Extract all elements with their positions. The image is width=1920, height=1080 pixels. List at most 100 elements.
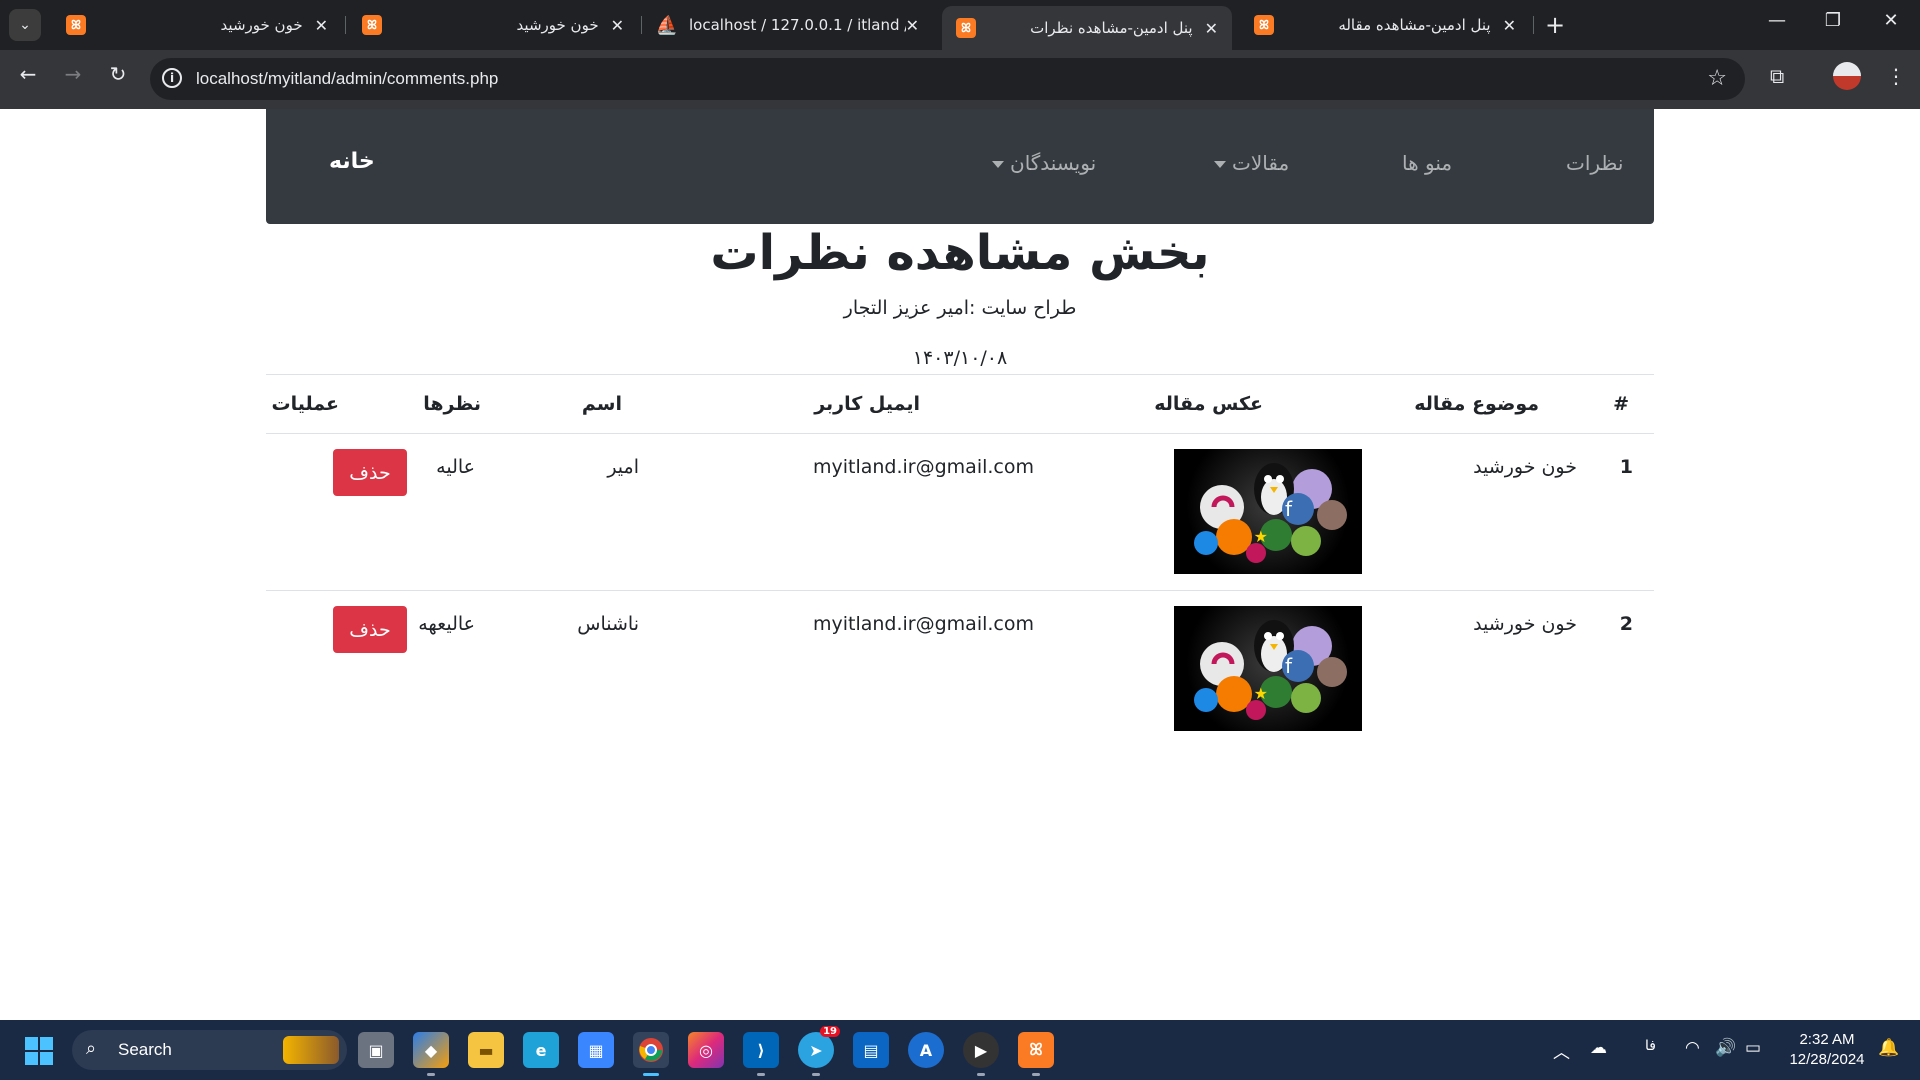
close-tab-icon[interactable]: ✕ bbox=[1503, 16, 1516, 35]
header-name: اسم bbox=[581, 393, 622, 415]
close-tab-icon[interactable]: ✕ bbox=[1205, 19, 1218, 38]
row-topic: خون خورشید bbox=[1473, 456, 1577, 478]
show-hidden-icons-chevron[interactable]: ︿ bbox=[1553, 1038, 1570, 1063]
windows-start-icon[interactable] bbox=[25, 1037, 53, 1065]
copilot-icon[interactable]: ◆ bbox=[413, 1032, 449, 1076]
media-player-icon[interactable]: ▶ bbox=[963, 1032, 999, 1076]
browser-tab-active[interactable]: ꕤ پنل ادمین-مشاهده نظرات ✕ bbox=[942, 6, 1232, 50]
browser-tab[interactable]: ꕤ خون خورشید ✕ bbox=[52, 6, 342, 44]
table-row: 2 خون خورشید f ★ myitland.ir@gmail.com ن… bbox=[266, 590, 1654, 747]
search-highlight-image bbox=[283, 1036, 339, 1064]
forward-icon[interactable]: → bbox=[55, 62, 91, 86]
row-comment: عالیعهه bbox=[418, 613, 475, 635]
top-navbar: خانه نویسندگان مقالات منو ها نظرات کاربر… bbox=[266, 109, 1795, 224]
instagram-icon[interactable]: ◎ bbox=[688, 1032, 724, 1068]
chevron-down-icon: ⌄ bbox=[19, 17, 31, 33]
article-thumbnail: f ★ bbox=[1174, 606, 1362, 731]
row-email: myitland.ir@gmail.com bbox=[812, 613, 1034, 635]
close-tab-icon[interactable]: ✕ bbox=[906, 16, 919, 35]
address-bar[interactable]: i localhost/myitland/admin/comments.php … bbox=[150, 58, 1745, 100]
xampp-icon[interactable]: ꕤ bbox=[1018, 1032, 1054, 1076]
clock-time: 2:32 AM bbox=[1799, 1031, 1855, 1048]
tab-divider bbox=[1533, 16, 1534, 34]
app-store-icon[interactable]: A bbox=[908, 1032, 944, 1068]
search-label: Search bbox=[118, 1040, 172, 1059]
delete-button[interactable]: حذف bbox=[333, 449, 407, 496]
row-name: ناشناس bbox=[577, 613, 639, 635]
browser-tab[interactable]: ꕤ پنل ادمین-مشاهده مقاله ✕ bbox=[1240, 6, 1530, 44]
tab-divider bbox=[641, 16, 642, 34]
bookmark-star-icon[interactable]: ☆ bbox=[1707, 66, 1727, 91]
telegram-badge: 19 bbox=[820, 1026, 840, 1037]
nav-articles-dropdown[interactable]: مقالات bbox=[1214, 151, 1289, 175]
menu-kebab-icon[interactable]: ⋮ bbox=[1886, 64, 1906, 88]
header-num: # bbox=[1613, 393, 1629, 415]
tab-title: پنل ادمین-مشاهده نظرات bbox=[1030, 19, 1193, 37]
comments-table: # موضوع مقاله عکس مقاله ایمیل کاربر اسم … bbox=[266, 374, 1654, 747]
vscode-icon[interactable]: ⟩ bbox=[743, 1032, 779, 1076]
header-actions: عملیات bbox=[271, 393, 339, 415]
telegram-icon[interactable]: ➤ 19 bbox=[798, 1026, 840, 1076]
row-num: 1 bbox=[1619, 456, 1633, 478]
site-info-icon[interactable]: i bbox=[162, 68, 182, 88]
nav-menus[interactable]: منو ها bbox=[1402, 151, 1452, 175]
tab-search-button[interactable]: ⌄ bbox=[9, 9, 41, 41]
tab-title: پنل ادمین-مشاهده مقاله bbox=[1338, 16, 1491, 34]
table-row: 1 خون خورشید f ★ myitland.ir@gmail.com ا… bbox=[266, 433, 1654, 590]
page-date: ۱۴۰۳/۱۰/۰۸ bbox=[912, 347, 1008, 369]
xampp-icon: ꕤ bbox=[66, 15, 86, 35]
row-comment: عالیه bbox=[436, 456, 475, 478]
header-image: عکس مقاله bbox=[1154, 393, 1263, 415]
language-indicator[interactable]: فا bbox=[1645, 1038, 1656, 1054]
profile-avatar[interactable] bbox=[1833, 62, 1861, 90]
taskbar-search[interactable]: ⌕ Search bbox=[72, 1030, 347, 1070]
file-explorer-icon[interactable]: ▬ bbox=[468, 1032, 504, 1068]
nav-users[interactable]: کاربران bbox=[1733, 151, 1795, 175]
nav-comments[interactable]: نظرات bbox=[1566, 151, 1623, 175]
microsoft-store-icon[interactable]: ▦ bbox=[578, 1032, 614, 1068]
clock-date: 12/28/2024 bbox=[1789, 1051, 1865, 1068]
battery-icon[interactable]: ▭ bbox=[1745, 1038, 1761, 1058]
restore-icon[interactable]: ❐ bbox=[1813, 10, 1853, 31]
article-thumbnail: f ★ bbox=[1174, 449, 1362, 574]
close-window-icon[interactable]: ✕ bbox=[1871, 10, 1911, 31]
task-view-icon[interactable]: ▣ bbox=[358, 1032, 394, 1068]
row-num: 2 bbox=[1619, 613, 1633, 635]
browser-toolbar: ← → ↻ i localhost/myitland/admin/comment… bbox=[0, 50, 1920, 109]
close-tab-icon[interactable]: ✕ bbox=[611, 16, 624, 35]
row-topic: خون خورشید bbox=[1473, 613, 1577, 635]
page-title: بخش مشاهده نظرات bbox=[710, 225, 1210, 281]
header-topic: موضوع مقاله bbox=[1414, 393, 1539, 415]
browser-window: ⌄ ꕤ خون خورشید ✕ ꕤ خون خورشید ✕ ⛵ localh… bbox=[0, 0, 1920, 109]
onedrive-icon[interactable]: ☁ bbox=[1590, 1038, 1607, 1058]
web-page: خانه نویسندگان مقالات منو ها نظرات کاربر… bbox=[0, 109, 1920, 1020]
nav-articles-label: مقالات bbox=[1232, 151, 1290, 175]
minimize-icon[interactable]: — bbox=[1757, 10, 1797, 31]
nav-brand-home[interactable]: خانه bbox=[329, 149, 375, 174]
delete-button[interactable]: حذف bbox=[333, 606, 407, 653]
header-email: ایمیل کاربر bbox=[814, 393, 920, 415]
volume-icon[interactable]: 🔊 bbox=[1715, 1038, 1736, 1058]
extensions-icon[interactable]: ⧉ bbox=[1770, 64, 1784, 88]
app-icon[interactable]: ▤ bbox=[853, 1032, 889, 1068]
xampp-icon: ꕤ bbox=[1254, 15, 1274, 35]
url-text[interactable]: localhost/myitland/admin/comments.php bbox=[196, 69, 498, 89]
phpmyadmin-icon: ⛵ bbox=[655, 14, 679, 36]
chrome-icon[interactable] bbox=[633, 1032, 669, 1076]
browser-tab[interactable]: ꕤ خون خورشید ✕ bbox=[348, 6, 638, 44]
wifi-icon[interactable]: ◠ bbox=[1685, 1038, 1700, 1058]
notifications-icon[interactable]: 🔔 bbox=[1878, 1038, 1899, 1058]
nav-writers-label: نویسندگان bbox=[1010, 151, 1097, 175]
tab-title: localhost / 127.0.0.1 / itland / co bbox=[689, 16, 906, 34]
taskbar-clock[interactable]: 2:32 AM 12/28/2024 bbox=[1782, 1030, 1872, 1070]
new-tab-icon[interactable]: + bbox=[1545, 11, 1565, 39]
tab-strip: ⌄ ꕤ خون خورشید ✕ ꕤ خون خورشید ✕ ⛵ localh… bbox=[0, 0, 1920, 50]
nav-writers-dropdown[interactable]: نویسندگان bbox=[992, 151, 1096, 175]
back-icon[interactable]: ← bbox=[10, 62, 46, 86]
reload-icon[interactable]: ↻ bbox=[100, 62, 136, 86]
browser-tab[interactable]: ⛵ localhost / 127.0.0.1 / itland / co ✕ bbox=[643, 6, 933, 44]
svg-text:f: f bbox=[1285, 654, 1293, 678]
windows-taskbar: ⌕ Search ▣ ◆ ▬ e ▦ ◎ ⟩ ➤ 19 ▤ A ▶ ꕤ ︿ ☁ ف… bbox=[0, 1020, 1920, 1080]
edge-icon[interactable]: e bbox=[523, 1032, 559, 1068]
close-tab-icon[interactable]: ✕ bbox=[315, 16, 328, 35]
